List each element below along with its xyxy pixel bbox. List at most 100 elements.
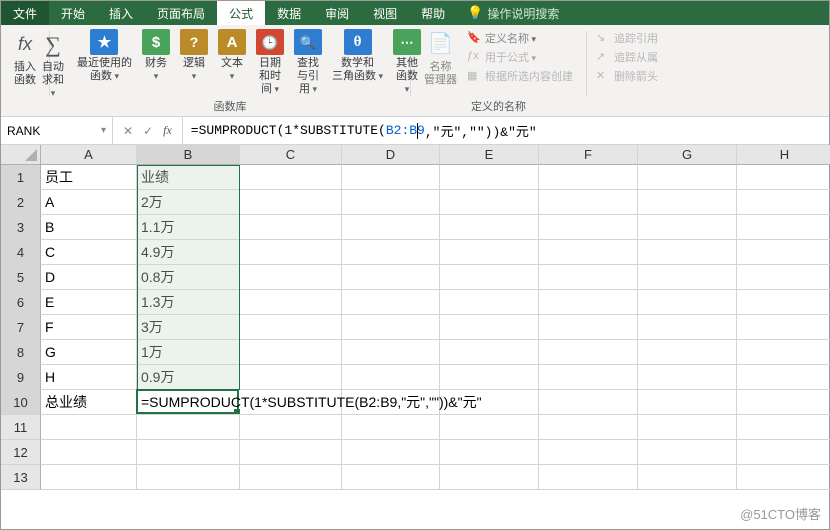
column-header-A[interactable]: A [41, 145, 137, 165]
cell-G1[interactable] [638, 165, 737, 190]
cell-B13[interactable] [137, 465, 240, 490]
cell-G12[interactable] [638, 440, 737, 465]
tab-formulas[interactable]: 公式 [217, 1, 265, 25]
cell-G4[interactable] [638, 240, 737, 265]
cell-H9[interactable] [737, 365, 830, 390]
cell-C3[interactable] [240, 215, 342, 240]
cell-G13[interactable] [638, 465, 737, 490]
column-header-E[interactable]: E [440, 145, 539, 165]
cancel-icon[interactable]: ✕ [123, 124, 133, 138]
cell-A8[interactable]: G [41, 340, 137, 365]
row-header-4[interactable]: 4 [1, 240, 41, 265]
cell-B1[interactable]: 业绩 [137, 165, 240, 190]
cell-E8[interactable] [440, 340, 539, 365]
cell-D6[interactable] [342, 290, 440, 315]
cell-E12[interactable] [440, 440, 539, 465]
cell-A11[interactable] [41, 415, 137, 440]
cell-C5[interactable] [240, 265, 342, 290]
cell-B5[interactable]: 0.8万 [137, 265, 240, 290]
cell-H5[interactable] [737, 265, 830, 290]
cell-B2[interactable]: 2万 [137, 190, 240, 215]
row-header-13[interactable]: 13 [1, 465, 41, 490]
cell-D7[interactable] [342, 315, 440, 340]
tab-view[interactable]: 视图 [361, 1, 409, 25]
cell-B4[interactable]: 4.9万 [137, 240, 240, 265]
row-header-7[interactable]: 7 [1, 315, 41, 340]
cell-D9[interactable] [342, 365, 440, 390]
lookup-button[interactable]: 🔍 查找与引用 [290, 27, 326, 102]
datetime-button[interactable]: 🕒 日期和时间 [252, 27, 288, 102]
cell-A10[interactable]: 总业绩 [41, 390, 137, 415]
cell-B11[interactable] [137, 415, 240, 440]
cell-H10[interactable] [737, 390, 830, 415]
cell-C9[interactable] [240, 365, 342, 390]
cell-G6[interactable] [638, 290, 737, 315]
cell-A4[interactable]: C [41, 240, 137, 265]
define-name-button[interactable]: 🔖定义名称 [467, 30, 536, 46]
cell-C12[interactable] [240, 440, 342, 465]
cell-B3[interactable]: 1.1万 [137, 215, 240, 240]
cell-H4[interactable] [737, 240, 830, 265]
create-from-selection-button[interactable]: ▦根据所选内容创建 [467, 68, 573, 84]
cell-B9[interactable]: 0.9万 [137, 365, 240, 390]
cell-D1[interactable] [342, 165, 440, 190]
cell-C4[interactable] [240, 240, 342, 265]
cell-H3[interactable] [737, 215, 830, 240]
enter-icon[interactable]: ✓ [143, 124, 153, 138]
row-header-3[interactable]: 3 [1, 215, 41, 240]
row-header-10[interactable]: 10 [1, 390, 41, 415]
recently-used-button[interactable]: ★ 最近使用的 函数 [73, 27, 136, 102]
mathtrig-button[interactable]: θ 数学和 三角函数 [328, 27, 387, 102]
row-header-9[interactable]: 9 [1, 365, 41, 390]
column-header-H[interactable]: H [737, 145, 830, 165]
cell-C1[interactable] [240, 165, 342, 190]
tab-review[interactable]: 审阅 [313, 1, 361, 25]
cell-A9[interactable]: H [41, 365, 137, 390]
cell-E2[interactable] [440, 190, 539, 215]
cell-F5[interactable] [539, 265, 638, 290]
column-header-F[interactable]: F [539, 145, 638, 165]
cell-F4[interactable] [539, 240, 638, 265]
cell-E3[interactable] [440, 215, 539, 240]
row-header-1[interactable]: 1 [1, 165, 41, 190]
cell-C11[interactable] [240, 415, 342, 440]
cell-D12[interactable] [342, 440, 440, 465]
cell-A1[interactable]: 员工 [41, 165, 137, 190]
cell-G5[interactable] [638, 265, 737, 290]
column-header-B[interactable]: B [137, 145, 240, 165]
cell-B6[interactable]: 1.3万 [137, 290, 240, 315]
name-manager-button[interactable]: 📄 名称 管理器 [420, 27, 461, 89]
row-header-8[interactable]: 8 [1, 340, 41, 365]
cell-H11[interactable] [737, 415, 830, 440]
trace-dependents-button[interactable]: ↗追踪从属 [596, 49, 658, 65]
cell-G9[interactable] [638, 365, 737, 390]
cell-A5[interactable]: D [41, 265, 137, 290]
cell-C7[interactable] [240, 315, 342, 340]
autosum-button[interactable]: ∑ 自动求和 [35, 27, 71, 102]
row-header-12[interactable]: 12 [1, 440, 41, 465]
cell-A6[interactable]: E [41, 290, 137, 315]
tab-page-layout[interactable]: 页面布局 [145, 1, 217, 25]
cell-E5[interactable] [440, 265, 539, 290]
cell-E11[interactable] [440, 415, 539, 440]
cell-F8[interactable] [539, 340, 638, 365]
cell-E1[interactable] [440, 165, 539, 190]
remove-arrows-button[interactable]: ✕删除箭头 [596, 68, 658, 84]
fx-icon-small[interactable]: fx [163, 123, 172, 138]
trace-precedents-button[interactable]: ↘追踪引用 [596, 30, 658, 46]
cell-H2[interactable] [737, 190, 830, 215]
cell-G7[interactable] [638, 315, 737, 340]
cell-D13[interactable] [342, 465, 440, 490]
cell-E4[interactable] [440, 240, 539, 265]
cell-A7[interactable]: F [41, 315, 137, 340]
row-header-5[interactable]: 5 [1, 265, 41, 290]
cell-A13[interactable] [41, 465, 137, 490]
column-header-D[interactable]: D [342, 145, 440, 165]
cell-C8[interactable] [240, 340, 342, 365]
cell-G3[interactable] [638, 215, 737, 240]
column-header-G[interactable]: G [638, 145, 737, 165]
cell-G11[interactable] [638, 415, 737, 440]
cell-H7[interactable] [737, 315, 830, 340]
row-header-11[interactable]: 11 [1, 415, 41, 440]
cell-B10[interactable]: =SUMPRODUCT(1*SUBSTITUTE(B2:B9,"元",""))&… [137, 390, 637, 415]
